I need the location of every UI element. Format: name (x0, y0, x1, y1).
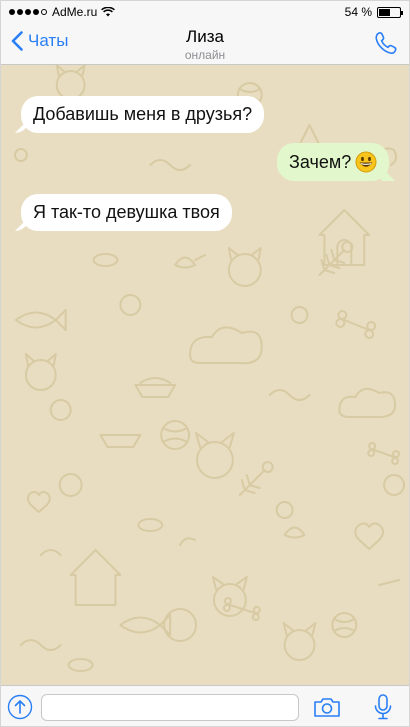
microphone-icon[interactable] (373, 693, 393, 721)
fish-bone-doodle-icon (238, 461, 274, 496)
message-input[interactable] (41, 694, 299, 721)
chat-title[interactable]: Лиза онлайн (1, 27, 409, 62)
phone-icon (375, 32, 397, 54)
nav-bar: Чаты Лиза онлайн (1, 23, 409, 65)
message-text: Зачем? (289, 152, 352, 172)
incoming-message-bubble[interactable]: Добавишь меня в друзья? (21, 96, 265, 133)
outgoing-message-bubble[interactable]: Зачем? (277, 143, 390, 181)
collar-doodle-icon (67, 658, 94, 672)
signal-strength-icon (9, 9, 47, 15)
contact-status: онлайн (184, 48, 226, 62)
heart-doodle-icon (26, 490, 51, 513)
collar-doodle-icon (137, 518, 164, 532)
yarn-ball-doodle-icon (160, 420, 191, 450)
attach-up-arrow-icon[interactable] (7, 694, 33, 720)
fish-doodle-icon (14, 309, 67, 331)
cat-doodle-icon (55, 65, 86, 100)
phone-screen: AdMe.ru 54 % Чаты Лиза онлайн Добавишь м… (0, 0, 410, 727)
message-input-bar (1, 685, 409, 726)
grinning-face-emoji-icon (355, 151, 377, 173)
message-text: Я так-то девушка твоя (33, 202, 220, 222)
message-text: Добавишь меня в друзья? (33, 104, 253, 124)
yarn-ball-doodle-icon (331, 612, 358, 638)
cloud-doodle-icon (189, 326, 263, 365)
heart-doodle-icon (354, 522, 385, 550)
cloud-doodle-icon (338, 387, 397, 418)
bone-doodle-icon (335, 310, 377, 339)
collar-doodle-icon (92, 253, 119, 267)
chat-area[interactable]: Добавишь меня в друзья? Зачем? Я так-то … (1, 65, 409, 685)
wifi-icon (101, 7, 116, 17)
bowl-doodle-icon (134, 377, 177, 398)
bird-doodle-icon (283, 526, 306, 539)
battery-icon (377, 6, 403, 18)
cat-doodle-icon (195, 432, 235, 479)
bone-doodle-icon (367, 442, 401, 465)
bowl-doodle-icon (99, 434, 142, 448)
cat-doodle-icon (282, 622, 317, 661)
fish-doodle-icon (119, 614, 172, 636)
camera-icon[interactable] (313, 696, 341, 718)
carrier-name: AdMe.ru (52, 5, 98, 19)
status-bar: AdMe.ru 54 % (1, 1, 409, 23)
cat-doodle-icon (227, 247, 262, 287)
incoming-message-bubble[interactable]: Я так-то девушка твоя (21, 194, 232, 231)
call-button[interactable] (373, 30, 399, 56)
battery-percentage: 54 % (344, 5, 372, 19)
cat-doodle-icon (24, 353, 57, 391)
bird-doodle-icon (174, 254, 206, 269)
battery-fill (379, 8, 390, 16)
contact-name: Лиза (186, 27, 224, 46)
dog-house-doodle-icon (69, 549, 122, 606)
